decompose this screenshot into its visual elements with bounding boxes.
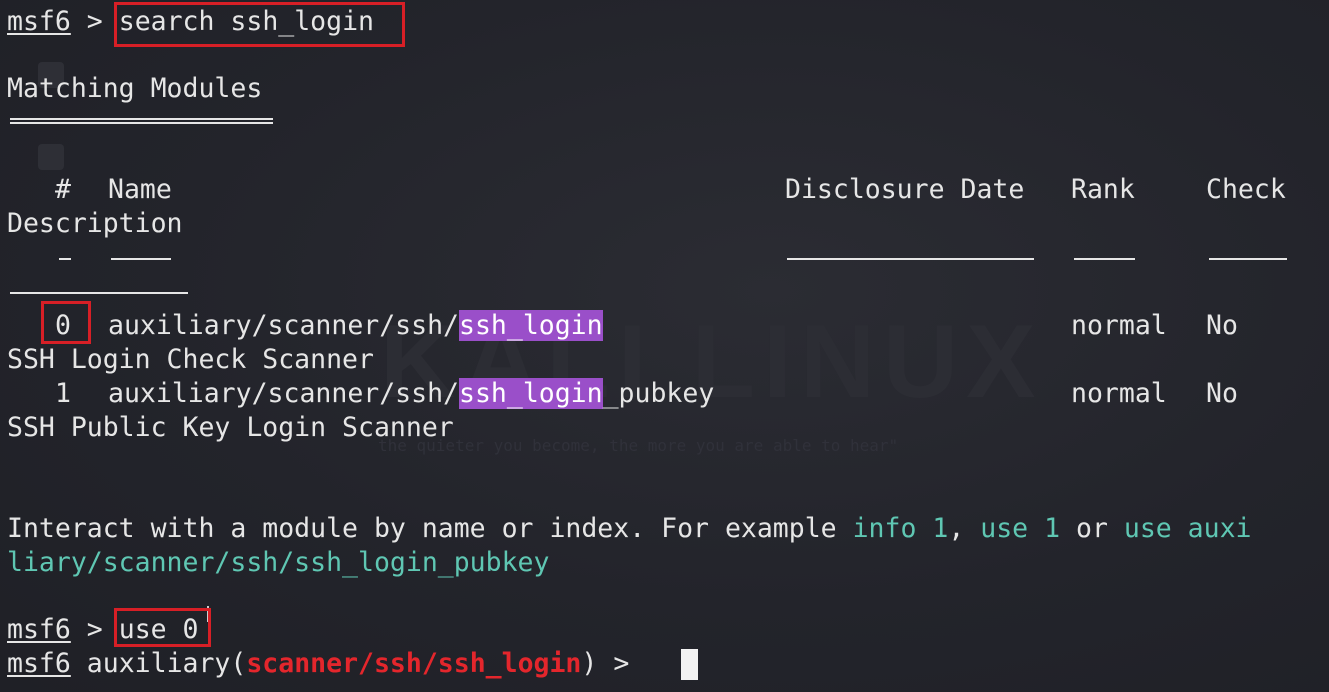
hint-separator-1: , [948, 513, 981, 544]
row-0-path-prefix: auxiliary/scanner/ssh/ [108, 310, 459, 341]
prompt3-module-type: auxiliary( [86, 648, 247, 679]
prompt2-label: msf6 [7, 614, 71, 645]
col-underline-name [111, 258, 171, 260]
row-0-module-name[interactable]: auxiliary/scanner/ssh/ssh_login [108, 309, 603, 343]
prompt-symbol: > [86, 6, 103, 37]
prompt2-symbol: > [86, 614, 103, 645]
prompt3-close-paren: ) [581, 648, 598, 679]
row-0-rank: normal [1071, 310, 1167, 341]
hint-example-use-path-start: use auxi [1123, 513, 1252, 544]
prompt-label: msf6 [7, 6, 71, 37]
row-1-path-prefix: auxiliary/scanner/ssh/ [108, 378, 459, 409]
col-underline-description [10, 292, 188, 294]
row-1-description: SSH Public Key Login Scanner [7, 412, 454, 443]
col-underline-check [1209, 258, 1287, 260]
row-1-module-name[interactable]: auxiliary/scanner/ssh/ssh_login_pubkey [108, 377, 714, 411]
col-header-description: Description [7, 208, 183, 239]
annotation-box-use-command [114, 608, 211, 647]
heading-underline [10, 118, 273, 124]
annotation-box-row-0-index [41, 301, 91, 344]
col-header-check: Check [1206, 174, 1286, 205]
row-1-match-highlight: ssh_login [459, 378, 603, 409]
terminal-window[interactable]: KALI LINUX the quieter you become, the m… [0, 0, 1329, 692]
prompt-line-module[interactable]: msf6 auxiliary(scanner/ssh/ssh_login) > [7, 647, 629, 681]
row-0-description: SSH Login Check Scanner [7, 344, 374, 375]
row-1-suffix: _pubkey [602, 378, 715, 409]
row-1-index: 1 [55, 378, 71, 409]
col-underline-rank [1074, 258, 1135, 260]
hint-separator-2: or [1060, 513, 1124, 544]
col-header-index: # [55, 174, 71, 205]
kali-tagline-watermark: the quieter you become, the more you are… [378, 436, 899, 455]
terminal-cursor[interactable] [681, 649, 698, 680]
col-header-disclosure-date: Disclosure Date [785, 174, 1025, 205]
row-0-check: No [1206, 310, 1238, 341]
hint-example-use-path-end: liary/scanner/ssh/ssh_login_pubkey [7, 547, 550, 578]
desktop-home-icon [38, 144, 64, 170]
col-header-rank: Rank [1071, 174, 1135, 205]
matching-modules-heading: Matching Modules [7, 73, 263, 104]
prompt3-label: msf6 [7, 648, 71, 679]
row-1-rank: normal [1071, 378, 1167, 409]
col-underline-index [59, 258, 71, 260]
hint-prefix: Interact with a module by name or index.… [7, 513, 853, 544]
row-0-match-highlight: ssh_login [459, 310, 603, 341]
prompt3-symbol: > [613, 648, 630, 679]
hint-example-info: info 1 [852, 513, 949, 544]
annotation-box-search-command [114, 2, 405, 47]
prompt3-module-name: scanner/ssh/ssh_login [246, 648, 582, 679]
col-underline-disclosure-date [787, 258, 1034, 260]
row-1-check: No [1206, 378, 1238, 409]
col-header-name: Name [108, 174, 172, 205]
hint-line-1: Interact with a module by name or index.… [7, 512, 1252, 546]
hint-example-use-index: use 1 [980, 513, 1061, 544]
